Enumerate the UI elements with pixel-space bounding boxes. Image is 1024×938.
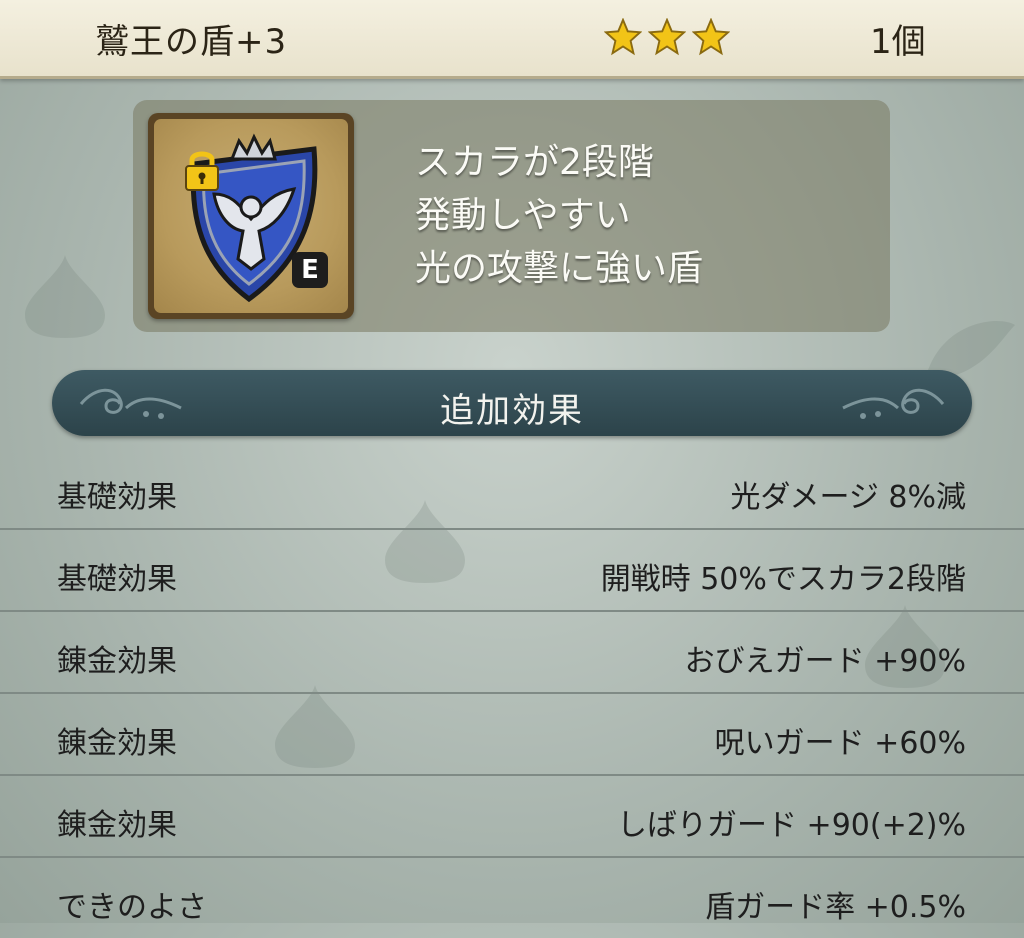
- effect-label: できのよさ: [57, 890, 207, 925]
- slime-silhouette-decoration: [25, 255, 105, 338]
- effect-row: 基礎効果 光ダメージ 8%減: [0, 448, 1024, 530]
- effect-value: 開戦時 50%でスカラ2段階: [600, 562, 966, 597]
- effect-value: おびえガード +90%: [684, 644, 966, 679]
- star-icon: [692, 18, 730, 56]
- item-icon-frame[interactable]: [148, 113, 354, 319]
- effect-value: 呪いガード +60%: [714, 726, 966, 761]
- item-header: 鷲王の盾+3 1個: [0, 0, 1024, 79]
- star-rating: [604, 18, 730, 56]
- effect-row: 錬金効果 しばりガード +90(+2)%: [0, 776, 1024, 858]
- item-name: 鷲王の盾+3: [95, 22, 288, 62]
- effect-value: 盾ガード率 +0.5%: [705, 890, 966, 925]
- effect-label: 錬金効果: [57, 726, 177, 761]
- effect-value: 光ダメージ 8%減: [730, 480, 966, 515]
- effect-row: 錬金効果 おびえガード +90%: [0, 612, 1024, 694]
- lock-icon: [185, 151, 219, 191]
- description-line: 発動しやすい: [415, 195, 631, 236]
- effect-row: 錬金効果 呪いガード +60%: [0, 694, 1024, 776]
- description-line: 光の攻撃に強い盾: [415, 248, 704, 289]
- item-count: 1個: [870, 22, 926, 62]
- effect-label: 基礎効果: [57, 480, 177, 515]
- flourish-right-decoration: [842, 388, 945, 419]
- effect-label: 錬金効果: [57, 644, 177, 679]
- effect-value: しばりガード +90(+2)%: [617, 808, 966, 843]
- star-icon: [604, 18, 642, 56]
- effect-label: 錬金効果: [57, 808, 177, 843]
- effect-label: 基礎効果: [57, 562, 177, 597]
- description-line: スカラが2段階: [415, 142, 654, 183]
- effects-list: 基礎効果 光ダメージ 8%減 基礎効果 開戦時 50%でスカラ2段階 錬金効果 …: [0, 448, 1024, 938]
- equipped-badge: E: [292, 252, 328, 288]
- effect-row: 基礎効果 開戦時 50%でスカラ2段階: [0, 530, 1024, 612]
- star-icon: [648, 18, 686, 56]
- section-title: 追加効果: [440, 391, 584, 431]
- section-banner: 追加効果: [52, 370, 972, 436]
- item-description: スカラが2段階 発動しやすい 光の攻撃に強い盾: [415, 136, 703, 295]
- effect-row: できのよさ 盾ガード率 +0.5%: [0, 858, 1024, 938]
